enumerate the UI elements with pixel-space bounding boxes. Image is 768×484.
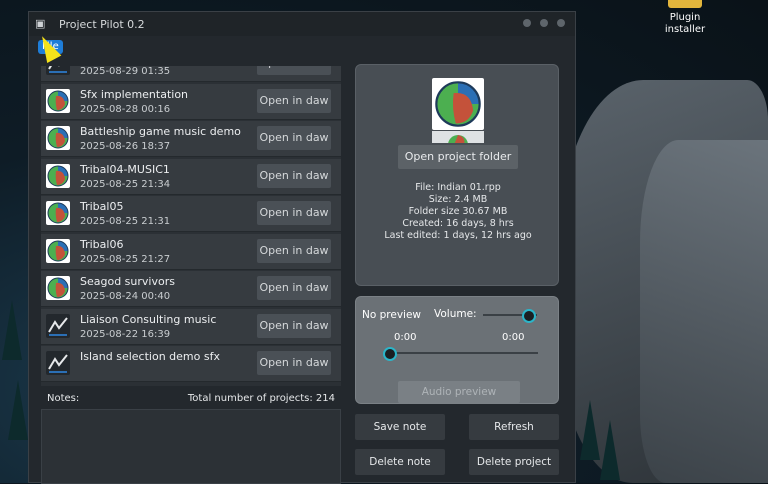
no-preview-label: No preview	[362, 309, 422, 321]
project-date: 2025-08-24 00:40	[80, 291, 171, 302]
notes-textarea[interactable]	[41, 409, 341, 484]
reaper-logo-icon	[46, 163, 70, 188]
open-in-daw-button[interactable]: Open in daw	[257, 163, 331, 188]
project-dark-icon	[46, 351, 70, 375]
tree-silhouette	[600, 420, 620, 480]
rock-formation	[640, 140, 768, 483]
window-controls	[523, 19, 565, 27]
desktop-icon-plugin-installer[interactable]: Plugin installer	[655, 0, 715, 36]
project-name: Island selection demo sfx	[80, 350, 220, 363]
menu-bar: File	[29, 32, 575, 63]
project-name: Seagod survivors	[80, 275, 175, 288]
project-name: Sfx implementation	[80, 87, 189, 101]
total-projects-count: Total number of projects: 214	[187, 393, 335, 404]
reaper-logo-icon	[46, 126, 70, 150]
maximize-icon[interactable]	[540, 19, 548, 27]
desktop-icon-label: Plugin installer	[664, 12, 706, 35]
project-row[interactable]: Tribal05 2025-08-25 21:31 Open in daw	[41, 196, 341, 232]
app-window: ▣ Project Pilot 0.2 File Pandora pappas …	[28, 11, 576, 484]
info-folder-size: Folder size 30.67 MB	[408, 206, 508, 217]
seek-slider-handle[interactable]	[383, 347, 397, 361]
open-in-daw-button[interactable]: Open in daw	[257, 88, 331, 113]
project-info-panel: Open project folder File: Indian 01.rpp …	[355, 64, 559, 286]
project-dark-icon	[46, 313, 70, 338]
open-in-daw-button[interactable]: Open in daw	[257, 276, 331, 300]
project-date: 2025-08-28 00:16	[80, 103, 171, 115]
project-name: Liaison Consulting music	[80, 312, 217, 326]
open-in-daw-button[interactable]: Open in daw	[257, 126, 331, 150]
total-time: 0:00	[502, 332, 525, 343]
seek-slider-track[interactable]	[386, 352, 538, 354]
project-row[interactable]: Tribal04-MUSIC1 2025-08-25 21:34 Open in d…	[41, 158, 341, 195]
project-list[interactable]: Pandora pappas meditation music2025-08-2…	[41, 66, 341, 386]
close-icon[interactable]	[557, 19, 565, 27]
current-time: 0:00	[394, 332, 417, 343]
folder-icon	[668, 0, 702, 8]
open-in-daw-button[interactable]: Open in daw	[257, 351, 331, 375]
reaper-logo-icon	[448, 135, 468, 143]
audio-preview-panel: No preview Volume: 0:00 0:00 Audio previ…	[355, 296, 559, 404]
open-in-daw-button[interactable]: Open in daw	[257, 201, 331, 225]
reaper-logo-icon	[435, 81, 481, 127]
project-dark-icon	[46, 66, 70, 75]
project-date: 2025-08-25 21:31	[80, 216, 171, 227]
minimize-icon[interactable]	[523, 19, 531, 27]
open-in-daw-button[interactable]: Open in daw	[257, 238, 331, 263]
app-icon: ▣	[35, 17, 46, 30]
delete-note-button[interactable]: Delete note	[355, 449, 445, 475]
reaper-logo-icon	[46, 276, 70, 300]
info-file: File: Indian 01.rpp	[415, 182, 501, 193]
reaper-logo-icon	[46, 88, 70, 113]
project-name: Tribal04-MUSIC1	[80, 162, 170, 176]
project-row[interactable]: Island selection demo sfx Open in daw	[41, 346, 341, 382]
project-name: Tribal06	[80, 237, 124, 251]
notes-label: Notes:	[47, 393, 80, 404]
notes-header: Notes: Total number of projects: 214	[41, 388, 341, 408]
project-date: 2025-08-25 21:34	[80, 178, 171, 190]
volume-label: Volume:	[434, 308, 477, 320]
project-row[interactable]: Battleship game music demo 2025-08-26 18:…	[41, 121, 341, 157]
project-date: 2025-08-25 21:27	[80, 253, 171, 265]
save-note-button[interactable]: Save note	[355, 414, 445, 440]
refresh-button[interactable]: Refresh	[469, 414, 559, 440]
delete-project-button[interactable]: Delete project	[469, 449, 559, 475]
open-in-daw-button[interactable]: Open in daw	[257, 66, 331, 75]
project-row[interactable]: Sfx implementation 2025-08-28 00:16 Open i…	[41, 83, 341, 120]
reaper-logo-icon	[46, 201, 70, 225]
tree-silhouette	[8, 380, 28, 440]
tree-silhouette	[2, 300, 22, 360]
window-title: Project Pilot 0.2	[59, 17, 145, 31]
project-date: 2025-08-26 18:37	[80, 141, 171, 152]
project-row[interactable]: Tribal06 2025-08-25 21:27 Open in daw	[41, 233, 341, 270]
mouse-cursor-icon	[35, 32, 62, 63]
project-name: Battleship game music demo	[80, 125, 241, 138]
title-bar[interactable]: ▣ Project Pilot 0.2	[29, 12, 575, 36]
info-created: Created: 16 days, 8 hrs	[402, 218, 514, 229]
audio-preview-button[interactable]: Audio preview	[398, 381, 520, 403]
project-name: Tribal05	[80, 200, 124, 213]
project-row[interactable]: Pandora pappas meditation music2025-08-2…	[41, 66, 341, 82]
info-size: Size: 2.4 MB	[428, 194, 488, 205]
project-thumbnail	[432, 78, 484, 130]
reaper-logo-icon	[46, 238, 70, 263]
open-project-folder-button[interactable]: Open project folder	[398, 145, 518, 169]
project-date: 2025-08-22 16:39	[80, 328, 171, 340]
volume-slider-handle[interactable]	[521, 309, 536, 323]
project-thumbnail-secondary	[432, 131, 484, 143]
info-last-edited: Last edited: 1 days, 12 hrs ago	[384, 230, 532, 241]
project-date: 2025-08-29 01:35	[80, 66, 171, 77]
open-in-daw-button[interactable]: Open in daw	[257, 313, 331, 338]
project-row[interactable]: Seagod survivors 2025-08-24 00:40 Open in …	[41, 271, 341, 307]
project-row[interactable]: Liaison Consulting music 2025-08-22 16:39…	[41, 308, 341, 345]
tree-silhouette	[580, 400, 600, 460]
